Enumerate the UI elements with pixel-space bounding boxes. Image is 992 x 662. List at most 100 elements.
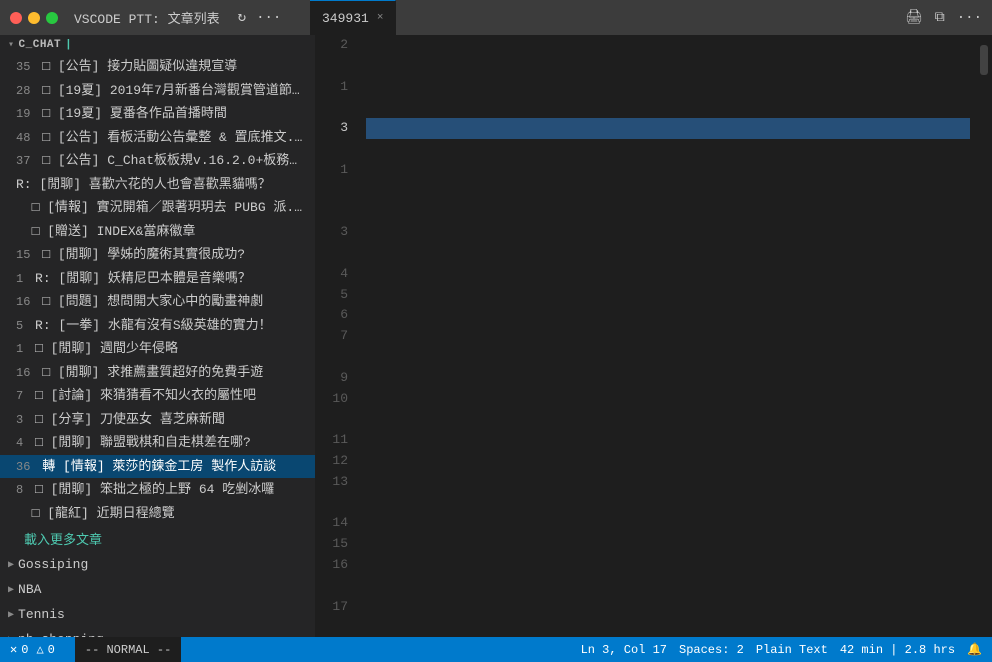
cursor-indicator: | xyxy=(65,39,72,51)
sidebar-item-0[interactable]: 35 □ [公告] 接力貼圖疑似違規宣導 xyxy=(0,55,315,79)
editor-line-4gamer-label: 4Gamer訪談網址 xyxy=(366,368,970,389)
editor-line-empty4 xyxy=(366,201,970,222)
editor-line-release: 光榮特庫摩遊戲將在2019年9月26日(PS4/Switch)發售由GUST品牌… xyxy=(366,617,970,637)
sidebar-section-cchat: ▾ C_Chat | 35 □ [公告] 接力貼圖疑似違規宣導 28 □ [19… xyxy=(0,35,315,552)
statusbar-file-type: Plain Text xyxy=(756,643,828,657)
statusbar-right: Ln 3, Col 17 Spaces: 2 Plain Text 42 min… xyxy=(581,642,982,657)
sidebar-item-17-active[interactable]: 36 轉 [情報] 萊莎的鍊金工房 製作人訪談 xyxy=(0,455,315,479)
warning-icon: △ xyxy=(36,642,43,657)
sidebar-item-9[interactable]: 1 R: [閒聊] 妖精尼巴本體是音樂嗎？ xyxy=(0,267,315,291)
board-label: C_Chat xyxy=(19,39,62,51)
editor-line-empty3 xyxy=(366,160,970,181)
error-count: 0 xyxy=(21,643,28,657)
statusbar: ✕ 0 △ 0 -- NORMAL -- Ln 3, Col 17 Spaces… xyxy=(0,637,992,662)
scrollbar-thumb[interactable] xyxy=(980,45,988,75)
maximize-button[interactable] xyxy=(46,12,58,24)
editor-line-empty2 xyxy=(366,139,970,160)
sidebar-item-nb-shopping[interactable]: ▶ nb-shopping xyxy=(0,627,315,637)
editor-line-empty13 xyxy=(366,597,970,618)
arrow-nba-icon: ▶ xyxy=(8,584,14,596)
sidebar-item-11[interactable]: 5 R: [一拳] 水龍有沒有S級英雄的實力！ xyxy=(0,314,315,338)
load-more-button[interactable]: 載入更多文章 xyxy=(0,525,315,552)
titlebar-right-icons: 🖨 ⧉ ··· xyxy=(905,0,982,35)
sidebar-item-tennis[interactable]: ▶ Tennis xyxy=(0,602,315,627)
editor-line-empty11 xyxy=(366,534,970,555)
sidebar-item-15[interactable]: 3 □ [分享] 刀使巫女 喜芝麻新聞 xyxy=(0,408,315,432)
sidebar-item-8[interactable]: 15 □ [閒聊] 學姊的魔術其實很成功? xyxy=(0,243,315,267)
sidebar[interactable]: ▾ C_Chat | 35 □ [公告] 接力貼圖疑似違規宣導 28 □ [19… xyxy=(0,35,316,637)
editor-line-divider: ────────────────────────────────────────… xyxy=(366,181,970,202)
tab-close-icon[interactable]: × xyxy=(377,12,384,24)
editor-line-desc1b: 術 xyxy=(366,493,970,514)
split-view-icon[interactable]: ⧉ xyxy=(935,10,945,26)
editor-line-time-active: 時間 Sun Jul 14 14:29:13 2019 xyxy=(366,118,970,139)
sidebar-item-2[interactable]: 19 □ [19夏] 夏番各作品首播時間 xyxy=(0,102,315,126)
editor-line-src-time: 時間: Sun Jul 14 14:28:54 2019 xyxy=(366,326,970,347)
sidebar-item-7[interactable]: □ [贈送] INDEX&當麻徽章 xyxy=(0,220,315,244)
editor-scrollbar[interactable] xyxy=(980,35,992,637)
sidebar-item-5[interactable]: R: [閒聊] 喜歡六花的人也會喜歡黑貓嗎？ xyxy=(0,173,315,197)
editor-line-empty12 xyxy=(366,576,970,597)
arrow-gossiping-icon: ▶ xyxy=(8,559,14,571)
sidebar-item-gossiping[interactable]: ▶ Gossiping xyxy=(0,552,315,577)
tab-label: 349931 xyxy=(322,11,369,26)
editor-line-title: 標題 Fw: [情報] 萊莎的鍊金工房 製作人訪談 xyxy=(366,77,970,98)
editor-line-empty8 xyxy=(366,409,970,430)
minimize-button[interactable] xyxy=(28,12,40,24)
sidebar-item-12[interactable]: 1 □ [閒聊] 週間少年侵略 xyxy=(0,337,315,361)
statusbar-mode: -- NORMAL -- xyxy=(75,637,181,662)
statusbar-time: 42 min | 2.8 hrs xyxy=(840,643,955,657)
editor-line-src-title: 標題: [情報] 萊莎的鍊金工房 製作人訪談 xyxy=(366,305,970,326)
editor-area: 2 1 3 1 3 4 5 6 7 9 xyxy=(316,35,992,637)
more-options-icon[interactable]: ··· xyxy=(957,10,982,26)
arrow-tennis-icon: ▶ xyxy=(8,609,14,621)
sidebar-item-nba[interactable]: ▶ NBA xyxy=(0,577,315,602)
sidebar-item-19[interactable]: □ [龍紅] 近期日程總覽 xyxy=(0,502,315,526)
editor-line-empty9 xyxy=(366,430,970,451)
editor-line-img-link[interactable]: https://i.imgur.com/1TcyvRP.jpg xyxy=(366,555,970,576)
line-numbers: 2 1 3 1 3 4 5 6 7 9 xyxy=(316,35,356,637)
editor-content: 2 1 3 1 3 4 5 6 7 9 xyxy=(316,35,992,637)
editor-line-empty5 xyxy=(366,243,970,264)
sidebar-item-14[interactable]: 7 □ [討論] 來猜猜看不知火衣的屬性吧 xyxy=(0,384,315,408)
sidebar-item-4[interactable]: 37 □ [公告] C_Chat板板規v.16.2.0+板務建議 xyxy=(0,149,315,173)
editor-line-desc1: 「萊莎的鍊金工房 〜常闇女王與秘密藏身處〜」開發者訪談。集結系列技術，向新技術 xyxy=(366,472,970,493)
main-layout: ▾ C_Chat | 35 □ [公告] 接力貼圖疑似違規宣導 28 □ [19… xyxy=(0,35,992,637)
editor-line-author: 作者 AlSaidak (憂う者) xyxy=(366,35,970,56)
mode-label: -- NORMAL -- xyxy=(85,643,171,657)
collapse-arrow-icon: ▾ xyxy=(8,39,15,51)
editor-line-empty1 xyxy=(366,97,970,118)
sidebar-item-13[interactable]: 16 □ [閒聊] 求推薦畫質超好的免費手遊 xyxy=(0,361,315,385)
editor-line-source: ※ [本文轉錄自 PlayStation 看板 #1TAikhdz ] xyxy=(366,222,970,243)
statusbar-ln-col: Ln 3, Col 17 xyxy=(581,643,667,657)
editor-line-challenge: 挑戰 xyxy=(366,513,970,534)
titlebar: VSCODE PTT: 文章列表 ↻ ··· 349931 × 🖨 ⧉ ··· xyxy=(0,0,992,35)
statusbar-error: ✕ 0 △ 0 xyxy=(10,642,55,657)
editor-text-content: 作者 AlSaidak (憂う者) 看板 C_Chat 標題 Fw: [情報] … xyxy=(356,35,980,637)
sidebar-item-16[interactable]: 4 □ [閒聊] 聯盟戰棋和自走棋差在哪? xyxy=(0,431,315,455)
statusbar-left: ✕ 0 △ 0 xyxy=(10,642,55,657)
close-button[interactable] xyxy=(10,12,22,24)
app-root: VSCODE PTT: 文章列表 ↻ ··· 349931 × 🖨 ⧉ ··· … xyxy=(0,0,992,662)
sidebar-item-6[interactable]: □ [情報] 實況開箱／跟著玥玥去 PUBG 派... xyxy=(0,196,315,220)
editor-line-empty6 xyxy=(366,264,970,285)
sidebar-item-10[interactable]: 16 □ [問題] 想問開大家心中的勵畫神劇 xyxy=(0,290,315,314)
sidebar-item-18[interactable]: 8 □ [閒聊] 笨拙之極的上野 64 吃剉冰囉 xyxy=(0,478,315,502)
arrow-nbshopping-icon: ▶ xyxy=(8,634,14,638)
refresh-icon[interactable]: ↻ xyxy=(238,9,246,26)
sidebar-item-1[interactable]: 28 □ [19夏] 2019年7月新番台灣觀賞管道節... xyxy=(0,79,315,103)
board-header-cchat[interactable]: ▾ C_Chat | xyxy=(0,35,315,55)
editor-line-empty10 xyxy=(366,451,970,472)
traffic-lights xyxy=(10,12,58,24)
sidebar-item-3[interactable]: 48 □ [公告] 看板活動公告彙整 & 置底推文... xyxy=(0,126,315,150)
editor-line-board: 看板 C_Chat xyxy=(366,56,970,77)
editor-line-4gamer-link[interactable]: https://www.4gamer.net/games/461/G046147… xyxy=(366,389,970,410)
tab-bar: 349931 × xyxy=(310,0,932,35)
statusbar-spaces: Spaces: 2 xyxy=(679,643,744,657)
print-icon[interactable]: 🖨 xyxy=(905,9,923,26)
statusbar-bell-icon[interactable]: 🔔 xyxy=(967,642,982,657)
more-icon[interactable]: ··· xyxy=(256,10,281,26)
editor-line-src-author: 作者: AlSaidak (憂う者) 看板: PlayStation xyxy=(366,285,970,306)
tab-349931[interactable]: 349931 × xyxy=(310,0,396,35)
app-title: VSCODE PTT: 文章列表 xyxy=(74,8,220,27)
